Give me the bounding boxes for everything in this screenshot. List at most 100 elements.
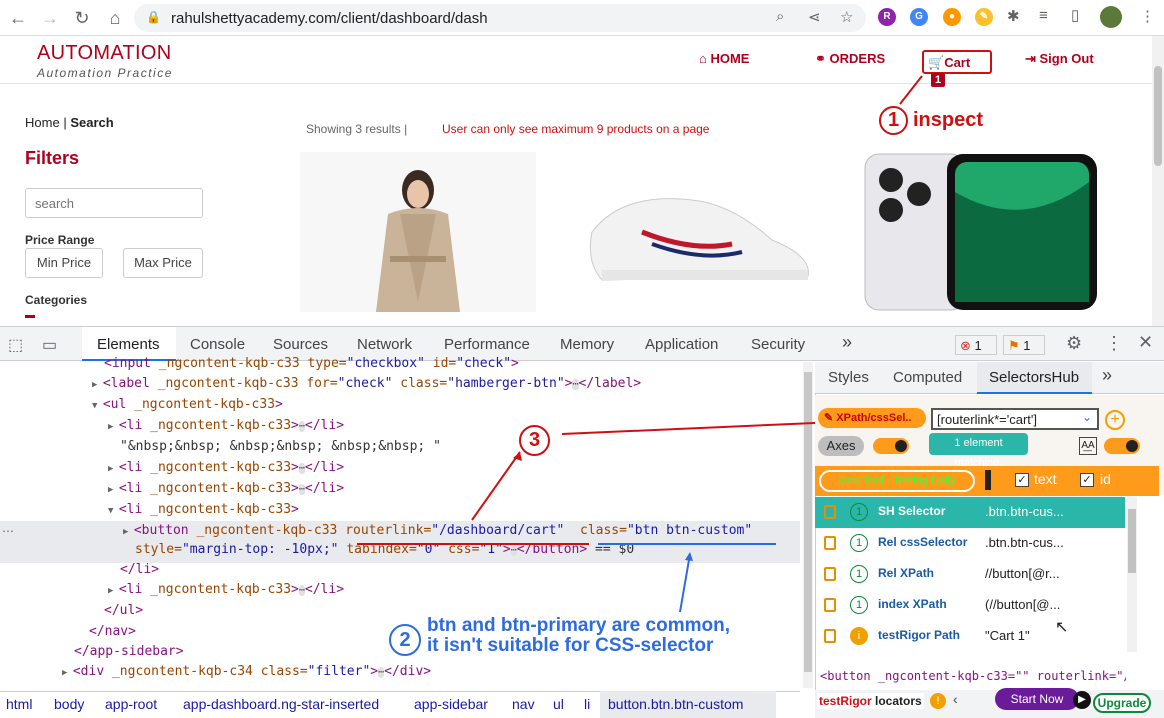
testrigor-locators[interactable]: testRigor locators <box>817 693 924 709</box>
dom-node-line[interactable]: ▶ <label _ngcontent-kqb-c33 for="check" … <box>92 376 641 391</box>
id-checkbox[interactable]: ✓ <box>1080 473 1094 487</box>
selector-row-index-xpath[interactable]: 1 index XPath (//button[@... <box>815 590 1125 621</box>
collapse-chevron-icon[interactable]: ‹ <box>953 691 958 707</box>
tab-computed[interactable]: Computed <box>893 369 962 386</box>
min-price-input[interactable]: Min Price <box>25 248 103 278</box>
translate-extension-icon[interactable]: G <box>910 8 928 26</box>
warning-count-badge[interactable]: ⚑ 1 <box>1003 335 1045 355</box>
dom-node-line[interactable]: "&nbsp;&nbsp; &nbsp;&nbsp; &nbsp;&nbsp; … <box>120 439 441 454</box>
dom-node-line[interactable]: </ul> <box>104 603 143 618</box>
share-icon[interactable]: ⋖ <box>808 8 821 26</box>
extension-icon[interactable]: R <box>878 8 896 26</box>
collapse-triangle-icon[interactable]: ▼ <box>108 506 119 516</box>
add-selector-plus-icon[interactable]: + <box>1105 410 1125 430</box>
start-now-button[interactable]: Start Now <box>995 688 1079 710</box>
crumb-ul[interactable]: ul <box>553 696 564 712</box>
case-toggle-icon[interactable]: A͟A <box>1079 437 1097 455</box>
copy-icon[interactable] <box>824 629 836 643</box>
url-text[interactable]: rahulshettyacademy.com/client/dashboard/… <box>171 10 488 27</box>
dom-node-line[interactable]: ▶ <li _ngcontent-kqb-c33>⋯</li> <box>108 481 344 496</box>
copy-icon[interactable] <box>824 567 836 581</box>
crumb-body[interactable]: body <box>54 696 84 712</box>
inspect-element-icon[interactable]: ⬚ <box>8 335 23 355</box>
dom-node-line[interactable]: ▼ <li _ngcontent-kqb-c33> <box>108 502 299 517</box>
more-tabs-chevron-icon[interactable]: » <box>842 332 852 353</box>
dom-node-line[interactable]: <input _ngcontent-kqb-c33 type="checkbox… <box>104 356 519 371</box>
expand-triangle-icon[interactable]: ▶ <box>62 668 73 678</box>
more-panes-chevron-icon[interactable]: » <box>1102 365 1112 386</box>
axes-button[interactable]: Axes <box>818 436 864 456</box>
text-checkbox[interactable]: ✓ <box>1015 473 1029 487</box>
crumb-html[interactable]: html <box>6 696 32 712</box>
tab-elements-label[interactable]: Elements <box>97 336 160 353</box>
info-icon[interactable]: ! <box>930 693 946 709</box>
dom-node-line[interactable]: ▶ <li _ngcontent-kqb-c33>⋯</li> <box>108 582 344 597</box>
zoom-icon[interactable]: ⌕ <box>776 8 784 25</box>
crumb-app-root[interactable]: app-root <box>105 696 157 712</box>
tab-performance[interactable]: Performance <box>444 336 530 353</box>
forward-arrow-icon[interactable]: → <box>38 6 62 30</box>
collapse-triangle-icon[interactable]: ▼ <box>92 401 103 411</box>
tab-console[interactable]: Console <box>190 336 245 353</box>
page-scrollbar[interactable] <box>1152 36 1164 326</box>
copy-icon[interactable] <box>824 598 836 612</box>
xpath-css-selector-button[interactable]: ✎ XPath/cssSel.. <box>818 408 926 428</box>
copy-icon[interactable] <box>824 536 836 550</box>
crumb-app-dashboard[interactable]: app-dashboard.ng-star-inserted <box>183 696 379 712</box>
tab-memory[interactable]: Memory <box>560 336 614 353</box>
max-price-input[interactable]: Max Price <box>123 248 203 278</box>
play-icon[interactable]: ▶ <box>1073 691 1091 709</box>
breadcrumb-home[interactable]: Home <box>25 115 60 130</box>
selector-input[interactable]: [routerlink*='cart'] <box>931 408 1099 430</box>
new-tool-banner[interactable]: New Tool - Testing Daily <box>819 470 975 492</box>
row-value[interactable]: //button[@r... <box>985 566 1060 581</box>
upgrade-button[interactable]: Upgrade <box>1093 693 1151 713</box>
tab-application[interactable]: Application <box>645 336 718 353</box>
back-arrow-icon[interactable]: ← <box>6 6 30 30</box>
selectors-scrollbar-thumb[interactable] <box>1128 509 1136 573</box>
axes-toggle[interactable] <box>873 438 909 454</box>
selector-row-rel-css[interactable]: 1 Rel cssSelector .btn.btn-cus... <box>815 528 1125 559</box>
row-value[interactable]: .btn.btn-cus... <box>985 504 1064 519</box>
cookie-extension-icon[interactable]: ● <box>943 8 961 26</box>
nav-orders[interactable]: ⚭ ORDERS <box>815 51 885 67</box>
product-image-shoe[interactable] <box>582 152 818 312</box>
kebab-menu-icon[interactable]: ⋮ <box>1140 7 1155 25</box>
side-panel-icon[interactable]: ▯ <box>1071 6 1079 24</box>
puzzle-extensions-icon[interactable]: ✱ <box>1007 7 1020 25</box>
dom-node-line[interactable]: </li> <box>120 562 159 577</box>
dom-node-line[interactable]: ▶ <div _ngcontent-kqb-c34 class="filter"… <box>62 664 431 679</box>
row-value[interactable]: .btn.btn-cus... <box>985 535 1064 550</box>
page-scrollbar-thumb[interactable] <box>1154 66 1162 166</box>
crumb-li[interactable]: li <box>584 696 590 712</box>
selector-dropdown-chevron-icon[interactable]: ⌄ <box>1082 410 1092 424</box>
expand-triangle-icon[interactable]: ▶ <box>108 464 119 474</box>
expand-triangle-icon[interactable]: ▶ <box>92 380 103 390</box>
reading-list-icon[interactable]: ≡ <box>1039 7 1048 24</box>
selector-row-sh[interactable]: 1 SH Selector .btn.btn-cus... <box>815 497 1125 528</box>
expand-triangle-icon[interactable]: ▶ <box>108 586 119 596</box>
profile-avatar[interactable] <box>1100 6 1122 28</box>
selectors-scrollbar[interactable] <box>1127 497 1137 652</box>
tab-selectorshub[interactable]: SelectorsHub <box>989 369 1079 386</box>
product-image-iphone[interactable] <box>863 152 1099 312</box>
reload-icon[interactable]: ↻ <box>70 6 94 30</box>
expand-triangle-icon[interactable]: ▶ <box>123 527 134 537</box>
row-value[interactable]: "Cart 1" <box>985 628 1030 643</box>
dom-node-line[interactable]: ▶ <li _ngcontent-kqb-c33>⋯</li> <box>108 418 344 433</box>
close-devtools-icon[interactable]: ✕ <box>1138 332 1153 353</box>
product-image-coat[interactable] <box>300 152 536 312</box>
tab-styles[interactable]: Styles <box>828 369 869 386</box>
expand-triangle-icon[interactable]: ▶ <box>108 422 119 432</box>
crumb-app-sidebar[interactable]: app-sidebar <box>414 696 488 712</box>
brand-title[interactable]: AUTOMATION <box>37 42 171 65</box>
home-icon[interactable]: ⌂ <box>103 6 127 30</box>
nav-signout[interactable]: ⇥ Sign Out <box>1025 51 1094 67</box>
device-toggle-icon[interactable]: ▭ <box>42 335 57 355</box>
devtools-kebab-icon[interactable]: ⋮ <box>1105 333 1123 354</box>
dom-node-line[interactable]: ▶ <li _ngcontent-kqb-c33>⋯</li> <box>108 460 344 475</box>
row-value[interactable]: (//button[@... <box>985 597 1060 612</box>
selector-row-testrigor[interactable]: i testRigor Path "Cart 1" <box>815 621 1125 652</box>
selector-row-rel-xpath[interactable]: 1 Rel XPath //button[@r... <box>815 559 1125 590</box>
dom-node-line[interactable]: </nav> <box>89 624 136 639</box>
